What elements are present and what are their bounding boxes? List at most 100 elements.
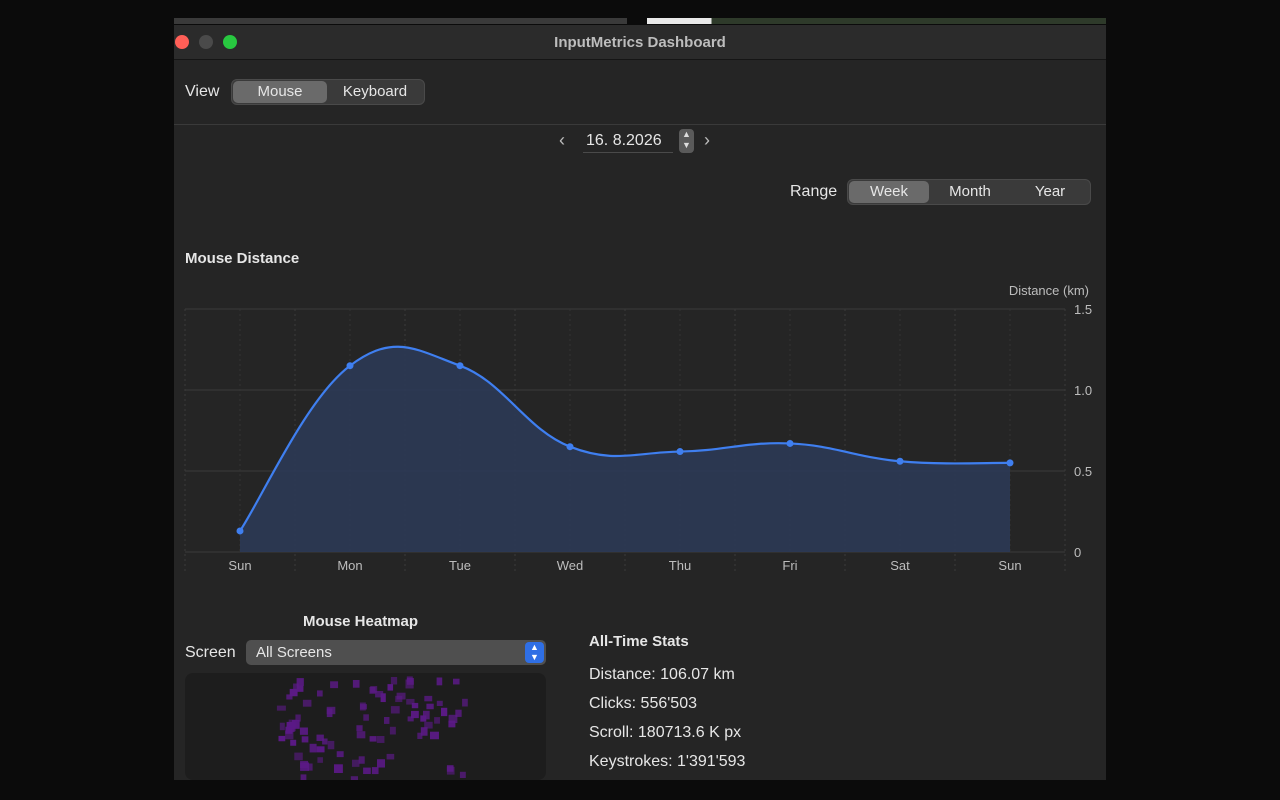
heatmap-dot: [290, 739, 297, 746]
view-label: View: [185, 83, 220, 100]
heatmap-dot: [370, 686, 378, 693]
mouse-distance-chart: Sun Mon Tue Wed Thu Fri Sat Sun 0 0.5 1.0 1.5 Dist…: [184, 283, 1092, 574]
stat-keystrokes: Keystrokes: 1'391'593: [589, 753, 746, 770]
app-window: InputMetrics Dashboard View Mouse Keyboa…: [174, 25, 1106, 780]
desktop-background-right: [647, 18, 1106, 24]
heatmap-dot: [294, 752, 303, 761]
heatmap-dot: [285, 726, 293, 734]
x-tick-label: Fri: [782, 558, 797, 573]
stat-clicks: Clicks: 556'503: [589, 695, 697, 712]
heatmap-dot: [441, 707, 448, 717]
heatmap-dot: [336, 751, 344, 758]
heatmap-dot: [424, 721, 433, 729]
heatmap-dot: [299, 727, 308, 735]
heatmap-dot: [424, 695, 433, 702]
chevron-up-icon[interactable]: ▲: [679, 129, 694, 140]
heatmap-dot: [300, 762, 310, 771]
heatmap-dot: [352, 759, 360, 767]
view-option-keyboard[interactable]: Keyboard: [327, 81, 423, 103]
screen-label: Screen: [185, 644, 236, 661]
heatmap-dot: [459, 771, 466, 779]
chevron-left-icon[interactable]: ‹: [559, 130, 565, 151]
heatmap-dot: [302, 699, 312, 707]
heatmap-dot: [279, 722, 285, 731]
heatmap-dot: [289, 688, 298, 697]
heatmap-dot: [276, 705, 286, 711]
y-axis-labels: 0 0.5 1.0 1.5: [1074, 302, 1092, 560]
heatmap-dot: [405, 679, 414, 689]
heatmap-dot: [446, 766, 455, 775]
heatmap-dot: [334, 764, 343, 774]
select-arrows-icon[interactable]: ▲ ▼: [525, 642, 544, 663]
heatmap-dot: [316, 746, 325, 753]
heatmap-dot: [390, 706, 400, 714]
heatmap-dot: [295, 714, 301, 722]
y-tick-label: 0.5: [1074, 464, 1092, 479]
stat-scroll: Scroll: 180713.6 K px: [589, 724, 742, 741]
heatmap-dot: [436, 700, 443, 707]
heatmap-dot: [436, 677, 443, 686]
data-point: [456, 362, 464, 370]
heatmap-dot: [356, 731, 366, 739]
x-tick-label: Sat: [890, 558, 910, 573]
heatmap-dot: [317, 690, 323, 697]
chevron-right-icon[interactable]: ›: [704, 130, 710, 151]
range-option-year[interactable]: Year: [1011, 181, 1089, 203]
heatmap-dot: [430, 731, 439, 740]
data-point: [566, 443, 574, 451]
y-tick-label: 0: [1074, 545, 1081, 560]
heatmap-dot: [322, 738, 328, 745]
y-axis-title: Distance (km): [1009, 283, 1089, 298]
heatmap-dot: [395, 695, 403, 703]
x-tick-label: Tue: [449, 558, 471, 573]
heatmap-dot: [296, 685, 304, 692]
heatmap-dot: [326, 708, 333, 718]
title-bar: InputMetrics Dashboard: [174, 25, 1106, 60]
view-segmented-control: Mouse Keyboard: [231, 79, 425, 105]
y-tick-label: 1.5: [1074, 302, 1092, 317]
heatmap-dot: [356, 725, 363, 732]
heatmap-dot: [363, 767, 371, 775]
heatmap-dot: [327, 740, 335, 750]
heatmap-dot: [358, 756, 365, 764]
heatmap-dot: [371, 767, 379, 775]
heatmap-dot: [369, 736, 377, 742]
date-field[interactable]: 16. 8.2026: [583, 129, 673, 153]
screen-select[interactable]: All Screens ▲ ▼: [246, 640, 546, 665]
range-option-month[interactable]: Month: [929, 181, 1011, 203]
heatmap-dot: [453, 678, 460, 685]
heatmap-dot: [300, 774, 307, 780]
heatmap-dot: [363, 714, 369, 721]
view-toolbar: View Mouse Keyboard: [174, 60, 1106, 125]
heatmap-dot: [317, 757, 323, 763]
data-point: [896, 457, 904, 465]
heatmap-dot: [309, 743, 317, 753]
date-stepper[interactable]: ▲ ▼: [679, 129, 694, 153]
heatmap-dot: [387, 684, 394, 691]
chevron-down-icon[interactable]: ▼: [679, 140, 694, 151]
heatmap-dot: [455, 709, 462, 717]
range-label: Range: [790, 183, 838, 200]
screen-select-value: All Screens: [256, 644, 332, 661]
heatmap-dot: [411, 710, 419, 719]
heatmap-dot: [411, 702, 419, 709]
x-tick-label: Sun: [998, 558, 1021, 573]
x-tick-label: Sun: [228, 558, 251, 573]
view-option-mouse[interactable]: Mouse: [233, 81, 327, 103]
heatmap-dot: [376, 736, 385, 743]
range-option-week[interactable]: Week: [849, 181, 929, 203]
heatmap-dot: [434, 717, 440, 724]
x-tick-label: Thu: [669, 558, 691, 573]
heatmap-dot: [330, 681, 339, 689]
window-title: InputMetrics Dashboard: [554, 34, 726, 51]
y-tick-label: 1.0: [1074, 383, 1092, 398]
data-point: [676, 448, 684, 456]
heatmap-dot: [426, 703, 434, 710]
all-time-stats-title: All-Time Stats: [589, 633, 689, 650]
data-point: [786, 439, 794, 447]
x-tick-label: Mon: [337, 558, 362, 573]
heatmap-dot: [288, 719, 297, 728]
heatmap-dot: [350, 776, 359, 780]
heatmap-title: Mouse Heatmap: [303, 613, 419, 630]
heatmap-dot: [462, 698, 468, 707]
